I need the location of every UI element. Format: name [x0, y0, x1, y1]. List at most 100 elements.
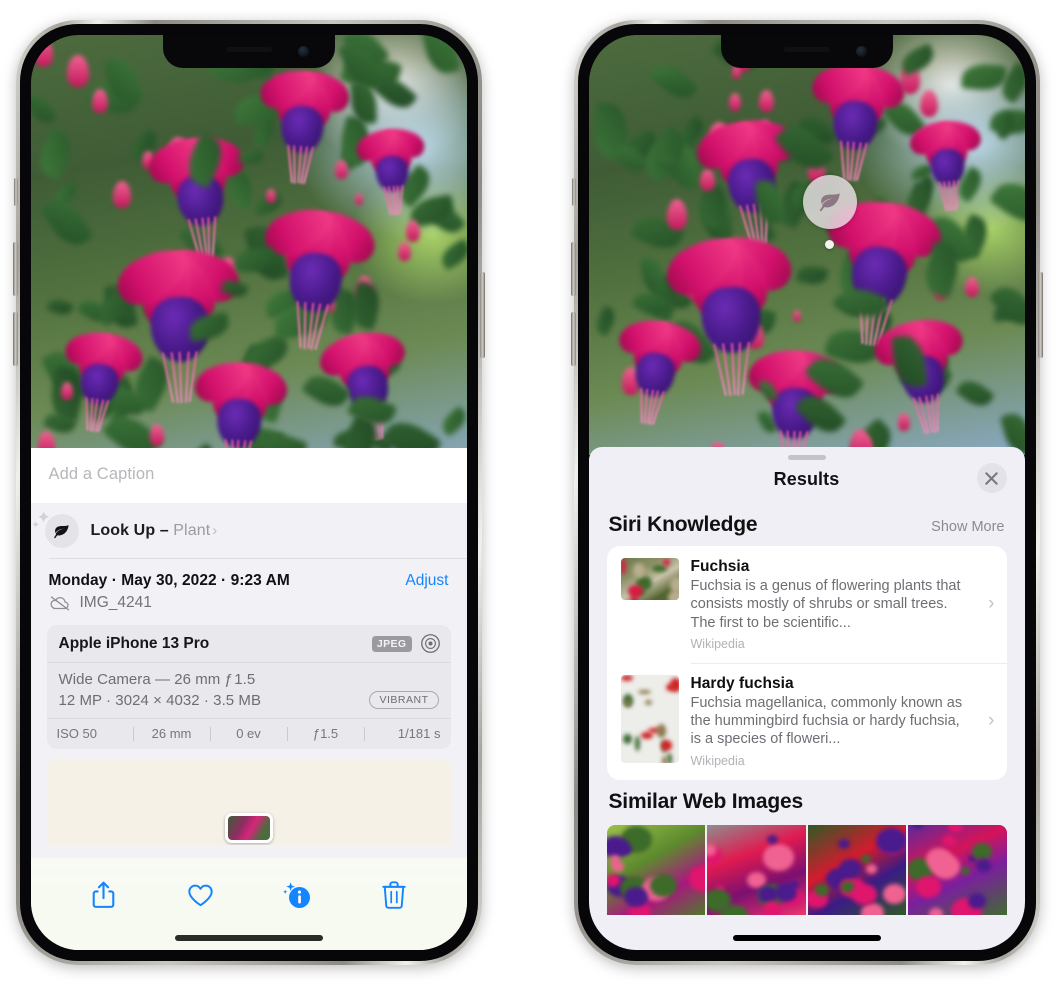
delete-button[interactable]	[371, 874, 417, 916]
home-indicator[interactable]	[732, 935, 881, 941]
leaf-icon	[819, 193, 840, 212]
silence-switch[interactable]	[571, 178, 576, 206]
photo-viewer[interactable]	[588, 35, 1025, 455]
thumbnail-detail	[625, 700, 632, 706]
thumbnail-detail	[838, 838, 851, 850]
thumbnail-detail	[815, 884, 829, 896]
look-up-title: Look Up –	[90, 522, 174, 539]
side-power-button[interactable]	[1037, 272, 1043, 358]
knowledge-item-title: Hardy fuchsia	[690, 674, 794, 692]
web-image-thumbnail[interactable]	[606, 824, 705, 915]
right-phone-device: Results Siri Knowledge Show More Fuchsia…	[570, 20, 1043, 965]
web-image-thumbnail[interactable]	[707, 824, 806, 915]
flower-bud	[666, 198, 688, 230]
show-more-button[interactable]: Show More	[931, 519, 1004, 535]
adjust-button[interactable]: Adjust	[405, 572, 448, 590]
heart-icon	[187, 884, 213, 906]
look-up-row[interactable]: ✦ ✦ Look Up – Plant ›	[30, 503, 467, 559]
camera-metadata-card[interactable]: Apple iPhone 13 Pro JPEG Wide Camera — 2…	[46, 625, 451, 749]
capture-date: Monday · May 30, 2022 · 9:23 AM	[48, 572, 290, 589]
volume-up-button[interactable]	[12, 242, 18, 296]
foliage-leaf	[437, 238, 467, 271]
flower-bud	[112, 181, 131, 209]
favorite-button[interactable]	[177, 874, 223, 916]
web-image-thumbnail[interactable]	[908, 824, 1007, 915]
thumbnail-detail	[767, 834, 779, 845]
knowledge-item-title: Fuchsia	[690, 558, 750, 575]
location-map[interactable]	[46, 759, 451, 845]
photo-thumbnail-pin[interactable]	[224, 813, 273, 843]
home-indicator[interactable]	[174, 935, 323, 941]
thumbnail-detail	[930, 853, 960, 879]
side-power-button[interactable]	[479, 272, 485, 358]
fuchsia-bloom	[58, 325, 148, 444]
foliage-leaf	[988, 173, 1025, 233]
trash-icon	[382, 881, 406, 909]
thumbnail-detail	[972, 843, 992, 860]
thumbnail-detail	[667, 753, 673, 763]
volume-down-button[interactable]	[570, 312, 576, 366]
filename-row: IMG_4241	[31, 594, 467, 623]
leaf-badge: ✦ ✦	[32, 509, 79, 548]
web-image-thumbnail[interactable]	[807, 824, 906, 915]
knowledge-item[interactable]: Hardy fuchsia Fuchsia magellanica, commo…	[607, 662, 1007, 780]
flower-bud	[149, 424, 165, 446]
left-phone-screen: Add a Caption ✦ ✦ Look Up – Plant › Mond…	[30, 35, 467, 950]
fuchsia-thumbnail	[620, 558, 679, 600]
fuchsia-bloom	[806, 55, 911, 194]
thumbnail-detail	[651, 564, 668, 573]
flower-bud	[919, 89, 938, 117]
close-button[interactable]	[976, 463, 1007, 493]
aperture-icon[interactable]	[420, 633, 441, 654]
device-notch	[720, 35, 893, 68]
chevron-right-icon: ›	[988, 593, 995, 615]
two-phone-comparison: Add a Caption ✦ ✦ Look Up – Plant › Mond…	[0, 0, 1055, 985]
close-icon	[985, 471, 998, 485]
foliage-leaf	[988, 279, 1025, 333]
info-button[interactable]	[274, 874, 320, 916]
fuchsia-bloom	[351, 122, 428, 223]
volume-down-button[interactable]	[12, 312, 18, 366]
share-button[interactable]	[80, 874, 126, 916]
thumbnail-detail	[606, 874, 621, 887]
photo-viewer[interactable]	[30, 35, 467, 470]
knowledge-item[interactable]: Fuchsia Fuchsia is a genus of flowering …	[607, 546, 1007, 663]
thumbnail-detail	[656, 724, 667, 738]
exif-focal: 26 mm	[151, 726, 192, 741]
volume-up-button[interactable]	[570, 242, 576, 296]
look-up-subject: Plant	[173, 522, 211, 539]
camera-header-tags: JPEG	[371, 633, 441, 654]
thumbnail-detail	[762, 901, 783, 915]
silence-switch[interactable]	[13, 178, 18, 206]
leaf-icon	[54, 524, 69, 538]
right-phone-bezel: Results Siri Knowledge Show More Fuchsia…	[577, 24, 1036, 961]
thumbnail-detail	[641, 732, 654, 740]
foliage-leaf	[46, 296, 74, 319]
foliage-leaf	[420, 35, 461, 77]
similar-web-images-strip[interactable]	[606, 824, 1007, 915]
exif-row: ISO 50 26 mm 0 ev ƒ1.5 1/181 s	[46, 718, 451, 749]
thumbnail-detail	[649, 874, 677, 898]
caption-input[interactable]: Add a Caption	[30, 448, 467, 503]
flower-bud	[792, 310, 802, 323]
specs-line: 12 MP · 3024 × 4032 · 3.5 MB VIBRANT	[59, 691, 439, 709]
flower-bud	[728, 92, 742, 112]
info-sparkle-icon	[283, 882, 310, 908]
fuchsia-bloom	[610, 313, 707, 437]
chevron-right-icon: ›	[212, 522, 218, 539]
foliage-leaf	[592, 305, 620, 337]
thumbnail-detail	[645, 699, 653, 705]
thumbnail-detail	[928, 908, 943, 915]
device-notch	[162, 35, 335, 68]
foliage-leaf	[961, 61, 1008, 92]
left-phone-device: Add a Caption ✦ ✦ Look Up – Plant › Mond…	[12, 20, 485, 965]
exif-shutter: 1/181 s	[397, 726, 441, 741]
foliage-leaf	[437, 405, 467, 437]
visual-look-up-badge[interactable]	[802, 175, 857, 229]
exif-iso: ISO 50	[56, 726, 97, 741]
earpiece-speaker	[783, 47, 830, 52]
sparkle-small-icon: ✦	[31, 520, 40, 531]
thumbnail-detail	[619, 844, 632, 856]
fuchsia-bloom	[254, 62, 355, 194]
thumbnail-detail	[947, 824, 963, 833]
